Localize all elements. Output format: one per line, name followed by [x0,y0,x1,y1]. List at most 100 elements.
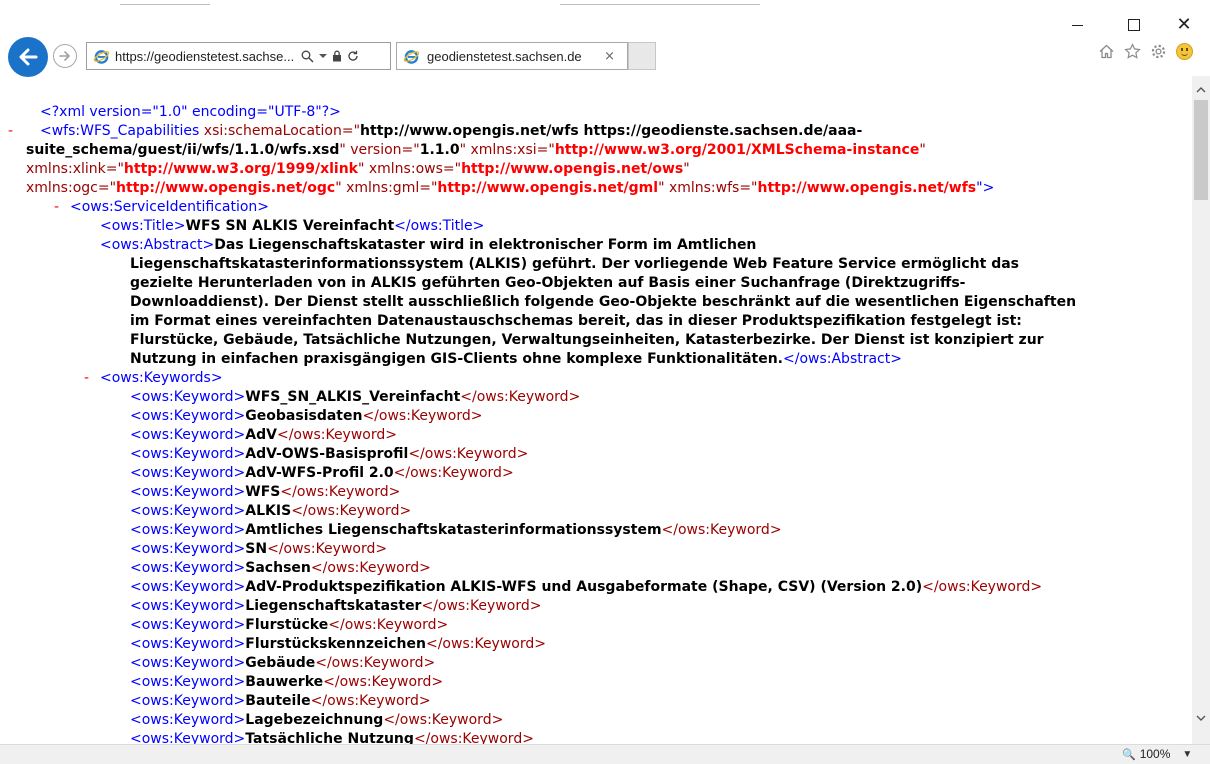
root-element-line-2: suite_schema/guest/ii/wfs/1.1.0/wfs.xsd"… [26,142,926,158]
keyword-element: <ows:Keyword>WFS_SN_ALKIS_Vereinfacht</o… [130,388,580,407]
maximize-button[interactable] [1114,14,1154,36]
maximize-icon [1128,19,1140,31]
search-icon[interactable] [301,50,314,63]
abstract-line-5: im Format eines vereinfachten Datenausta… [130,313,1022,329]
keyword-element: <ows:Keyword>Amtliches Liegenschaftskata… [130,521,782,540]
keyword-element: <ows:Keyword>AdV-OWS-Basisprofil</ows:Ke… [130,445,528,464]
keyword-value: Bauwerke [245,674,324,690]
refresh-icon[interactable] [347,50,359,62]
keyword-value: Geobasisdaten [245,408,363,424]
keyword-value: AdV [245,427,277,443]
keyword-element: <ows:Keyword>Flurstückskennzeichen</ows:… [130,635,546,654]
keyword-value: Liegenschaftskataster [245,598,422,614]
keyword-value: AdV-Produktspezifikation ALKIS-WFS und A… [245,579,923,595]
collapse-toggle[interactable]: - [54,198,59,217]
keyword-open-tag: <ows:Keyword> [130,655,246,671]
keyword-element: <ows:Keyword>Sachsen</ows:Keyword> [130,559,431,578]
xml-document-view: <?xml version="1.0" encoding="UTF-8"?> -… [0,92,1192,744]
keyword-element: <ows:Keyword>WFS</ows:Keyword> [130,483,400,502]
keyword-open-tag: <ows:Keyword> [130,484,246,500]
keyword-close-tag: </ows:Keyword> [421,598,542,614]
keyword-close-tag: </ows:Keyword> [323,674,444,690]
keyword-value: ALKIS [245,503,292,519]
zoom-level: 100% [1139,747,1171,761]
browser-tab[interactable]: geodienstetest.sachsen.de × [396,42,628,70]
keyword-close-tag: </ows:Keyword> [276,427,397,443]
keyword-value: Flurstücke [245,617,329,633]
zoom-icon: 🔍 [1122,748,1136,761]
keyword-close-tag: </ows:Keyword> [267,541,388,557]
root-element-line-3: xmlns:xlink="http://www.w3.org/1999/xlin… [26,161,690,177]
keyword-value: Lagebezeichnung [245,712,384,728]
keyword-value: AdV-OWS-Basisprofil [245,446,409,462]
keyword-close-tag: </ows:Keyword> [362,408,483,424]
arrow-right-icon [59,51,70,61]
home-icon[interactable] [1097,42,1115,60]
settings-gear-icon[interactable] [1149,42,1167,60]
new-tab-button[interactable] [628,42,656,70]
keyword-element: <ows:Keyword>Flurstücke</ows:Keyword> [130,616,448,635]
keyword-open-tag: <ows:Keyword> [130,560,246,576]
chevron-down-icon[interactable] [319,52,327,60]
scroll-down-icon[interactable] [1195,712,1207,724]
keyword-open-tag: <ows:Keyword> [130,389,246,405]
lock-icon[interactable] [332,50,342,62]
url-text[interactable]: https://geodienstetest.sachse... [115,49,295,64]
keyword-close-tag: </ows:Keyword> [413,731,534,744]
minimize-icon [1071,24,1083,26]
abstract-line-6: Flurstücke, Gebäude, Tatsächliche Nutzun… [130,332,1044,348]
scroll-up-icon[interactable] [1195,84,1207,96]
scrollbar-thumb[interactable] [1194,100,1208,200]
forward-button[interactable] [53,44,77,68]
keyword-close-tag: </ows:Keyword> [315,655,436,671]
title-element: <ows:Title>WFS SN ALKIS Vereinfacht</ows… [100,218,485,234]
keyword-element: <ows:Keyword>SN</ows:Keyword> [130,540,387,559]
favorites-star-icon[interactable] [1123,42,1141,60]
keyword-element: <ows:Keyword>Bauteile</ows:Keyword> [130,692,431,711]
title-bar-edge [0,0,770,9]
keyword-element: <ows:Keyword>Geobasisdaten</ows:Keyword> [130,407,482,426]
zoom-dropdown-icon[interactable]: ▼ [1182,749,1192,760]
status-bar: 🔍 100% ▼ [0,744,1210,764]
keyword-element: <ows:Keyword>Lagebezeichnung</ows:Keywor… [130,711,503,730]
keyword-open-tag: <ows:Keyword> [130,579,246,595]
keyword-close-tag: </ows:Keyword> [661,522,782,538]
smiley-feedback-icon[interactable] [1175,42,1193,60]
keyword-open-tag: <ows:Keyword> [130,636,246,652]
keyword-close-tag: </ows:Keyword> [408,446,529,462]
keyword-open-tag: <ows:Keyword> [130,503,246,519]
zoom-control[interactable]: 🔍 100% ▼ [1122,747,1192,761]
close-icon: ✕ [1176,14,1192,35]
keyword-close-tag: </ows:Keyword> [922,579,1043,595]
keyword-close-tag: </ows:Keyword> [460,389,581,405]
keyword-open-tag: <ows:Keyword> [130,522,246,538]
keyword-open-tag: <ows:Keyword> [130,598,246,614]
toolbar-right [1097,42,1193,60]
minimize-button[interactable] [1057,14,1097,36]
keyword-element: <ows:Keyword>ALKIS</ows:Keyword> [130,502,411,521]
collapse-toggle[interactable]: - [84,369,89,388]
close-window-button[interactable]: ✕ [1164,14,1204,36]
keyword-open-tag: <ows:Keyword> [130,408,246,424]
tab-favicon-icon [403,49,420,64]
internet-explorer-icon [93,49,110,64]
keyword-element: <ows:Keyword>Gebäude</ows:Keyword> [130,654,435,673]
tab-close-button[interactable]: × [604,49,615,64]
vertical-scrollbar[interactable] [1192,76,1210,744]
address-bar[interactable]: https://geodienstetest.sachse... [86,42,391,70]
collapse-toggle[interactable]: - [8,122,13,141]
keyword-value: AdV-WFS-Profil 2.0 [245,465,394,481]
keyword-value: WFS [245,484,281,500]
back-button[interactable] [8,37,48,77]
service-identification-tag: <ows:ServiceIdentification> [70,199,270,215]
root-element-line-4: xmlns:ogc="http://www.opengis.net/ogc" x… [26,180,995,196]
keyword-open-tag: <ows:Keyword> [130,541,246,557]
keyword-value: WFS_SN_ALKIS_Vereinfacht [245,389,461,405]
keyword-value: SN [245,541,268,557]
keyword-close-tag: </ows:Keyword> [310,560,431,576]
keyword-value: Bauteile [245,693,311,709]
keyword-element: <ows:Keyword>AdV-WFS-Profil 2.0</ows:Key… [130,464,514,483]
keyword-close-tag: </ows:Keyword> [328,617,449,633]
keyword-close-tag: </ows:Keyword> [310,693,431,709]
keyword-value: Gebäude [245,655,316,671]
